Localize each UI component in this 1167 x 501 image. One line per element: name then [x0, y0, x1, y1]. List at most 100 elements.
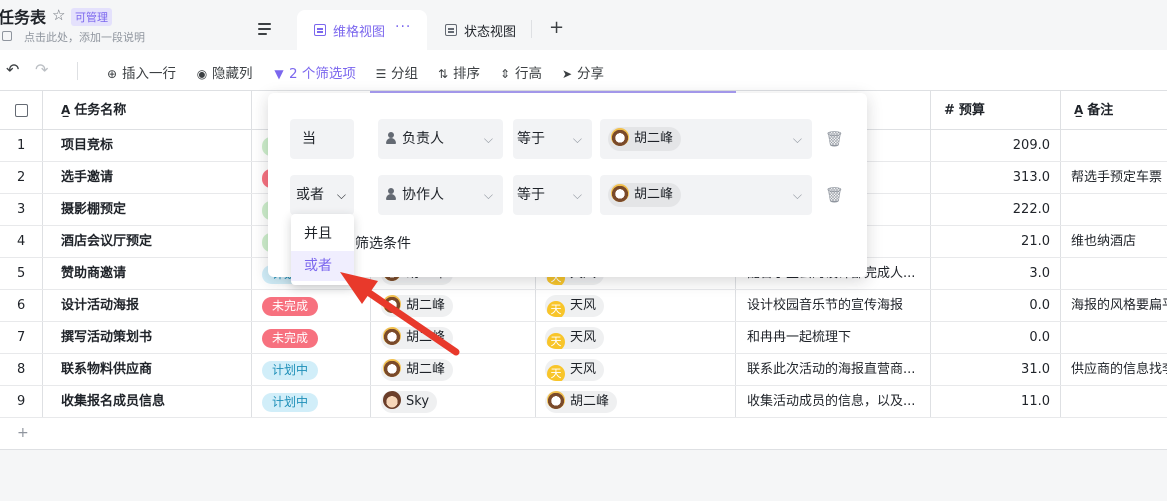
option-or[interactable]: 或者	[291, 251, 354, 281]
task-name-cell[interactable]: 项目竞标	[61, 130, 113, 162]
table-row[interactable]: 6 设计活动海报 未完成 胡二峰 天天风 设计校园音乐节的宣传海报 0.0 海报的风格要扁平	[0, 290, 1167, 322]
conjunction-dropdown: 并且 或者	[291, 214, 354, 285]
task-name-cell[interactable]: 摄影棚预定	[61, 194, 126, 226]
collaborator-chip[interactable]: 天天风	[545, 295, 605, 317]
table-row[interactable]: 8 联系物料供应商 计划中 胡二峰 天天风 联系此次活动的海报直营商... 31.0 供应商的…	[0, 354, 1167, 386]
task-name-cell[interactable]: 选手邀请	[61, 162, 113, 194]
description-text[interactable]: 点击此处，添加一段说明	[24, 29, 145, 45]
column-header-name[interactable]: A̲ 任务名称	[61, 91, 126, 130]
owner-chip[interactable]: 胡二峰	[381, 359, 454, 381]
person-icon	[386, 132, 396, 144]
avatar	[383, 359, 401, 377]
budget-cell[interactable]: 222.0	[930, 194, 1050, 226]
redo-icon[interactable]: ↷	[35, 60, 48, 79]
select-all-checkbox[interactable]	[15, 104, 28, 117]
person-name: 胡二峰	[406, 298, 446, 313]
column-header-note[interactable]: A̲ 备注	[1074, 91, 1113, 130]
task-name-cell[interactable]: 酒店会议厅预定	[61, 226, 152, 258]
tab-status-view[interactable]: 状态视图	[445, 21, 545, 41]
note-cell[interactable]: 帮选手预定车票	[1071, 162, 1167, 194]
star-icon[interactable]: ☆	[52, 6, 65, 24]
owner-chip[interactable]: 胡二峰	[381, 327, 454, 349]
description-cell[interactable]: 设计校园音乐节的宣传海报	[747, 290, 925, 322]
add-row-icon[interactable]: +	[17, 425, 29, 441]
collaborator-chip[interactable]: 胡二峰	[545, 391, 618, 413]
budget-cell[interactable]: 0.0	[930, 322, 1050, 354]
avatar	[383, 391, 401, 409]
task-name-cell[interactable]: 收集报名成员信息	[61, 386, 165, 418]
option-and[interactable]: 并且	[291, 219, 354, 249]
undo-icon[interactable]: ↶	[6, 60, 19, 79]
share-button[interactable]: ➤ 分享	[560, 62, 604, 82]
add-view-icon[interactable]: +	[549, 17, 564, 38]
operator-select[interactable]: 等于 ⌵	[513, 119, 592, 159]
conjunction-select[interactable]: 或者 ⌵	[290, 175, 354, 215]
note-cell[interactable]	[1071, 258, 1167, 290]
note-cell[interactable]: 海报的风格要扁平	[1071, 290, 1167, 322]
status-badge[interactable]: 未完成	[262, 329, 319, 348]
description-cell[interactable]: 联系此次活动的海报直营商...	[747, 354, 925, 386]
note-cell[interactable]	[1071, 322, 1167, 354]
value-select[interactable]: 胡二峰 ⌵	[600, 175, 812, 215]
owner-chip[interactable]: Sky	[381, 391, 438, 413]
note-cell[interactable]: 维也纳酒店	[1071, 226, 1167, 258]
table-row[interactable]: 7 撰写活动策划书 未完成 胡二峰 天天风 和冉冉一起梳理下 0.0	[0, 322, 1167, 354]
status-badge[interactable]: 计划中	[262, 393, 319, 412]
group-button[interactable]: ☰ 分组	[374, 62, 418, 82]
operator-select-value: 等于	[517, 131, 545, 147]
trash-icon[interactable]: 🗑	[825, 186, 844, 204]
collaborator-chip[interactable]: 天天风	[545, 359, 605, 381]
filter-button[interactable]: ▼ 2 个筛选项	[272, 62, 356, 82]
task-name-cell[interactable]: 设计活动海报	[61, 290, 139, 322]
conjunction-text: 或者	[296, 187, 324, 203]
more-icon[interactable]: ···	[395, 19, 411, 35]
chevron-down-icon: ⌵	[792, 132, 802, 146]
tab-grid-view[interactable]: 维格视图 ···	[297, 10, 427, 50]
sort-button[interactable]: ⇅ 排序	[436, 62, 480, 82]
budget-cell[interactable]: 21.0	[930, 226, 1050, 258]
status-badge[interactable]: 未完成	[262, 297, 319, 316]
column-header-budget[interactable]: # 预算	[944, 91, 985, 130]
chevron-down-icon: ⌵	[336, 188, 346, 202]
field-select[interactable]: 协作人 ⌵	[378, 175, 503, 215]
task-name-cell[interactable]: 赞助商邀请	[61, 258, 126, 290]
status-badge[interactable]: 计划中	[262, 361, 319, 380]
row-number: 4	[17, 234, 26, 249]
person-name: 胡二峰	[634, 187, 674, 202]
budget-cell[interactable]: 31.0	[930, 354, 1050, 386]
budget-cell[interactable]: 0.0	[930, 290, 1050, 322]
description-cell[interactable]: 和冉冉一起梳理下	[747, 322, 925, 354]
menu-icon[interactable]	[258, 23, 271, 35]
task-name-cell[interactable]: 联系物料供应商	[61, 354, 152, 386]
avatar	[383, 327, 401, 345]
note-cell[interactable]: 供应商的信息找李	[1071, 354, 1167, 386]
row-height-button[interactable]: ⇕ 行高	[498, 62, 542, 82]
note-cell[interactable]	[1071, 194, 1167, 226]
value-select[interactable]: 胡二峰 ⌵	[600, 119, 812, 159]
insert-row-button[interactable]: ⊕ 插入一行	[105, 62, 176, 82]
operator-select[interactable]: 等于 ⌵	[513, 175, 592, 215]
top-bar: 任务表 ☆ 可管理 点击此处，添加一段说明 维格视图 ··· 状态视图 +	[0, 0, 1167, 50]
note-cell[interactable]	[1071, 386, 1167, 418]
description-cell[interactable]: 收集活动成员的信息，以及...	[747, 386, 925, 418]
table-row[interactable]: 9 收集报名成员信息 计划中 Sky 胡二峰 收集活动成员的信息，以及... 11.0	[0, 386, 1167, 418]
page-title[interactable]: 任务表	[0, 4, 46, 28]
person-chip: 胡二峰	[608, 127, 682, 151]
group-label: 分组	[391, 66, 418, 82]
trash-icon[interactable]: 🗑	[825, 130, 844, 148]
budget-cell[interactable]: 313.0	[930, 162, 1050, 194]
note-cell[interactable]	[1071, 130, 1167, 162]
budget-cell[interactable]: 11.0	[930, 386, 1050, 418]
task-name-cell[interactable]: 撰写活动策划书	[61, 322, 152, 354]
grid-view-icon	[445, 24, 457, 36]
avatar: 天	[547, 333, 565, 349]
hide-columns-button[interactable]: ◉ 隐藏列	[195, 62, 253, 82]
budget-cell[interactable]: 209.0	[930, 130, 1050, 162]
conjunction-text: 当	[302, 131, 316, 147]
budget-cell[interactable]: 3.0	[930, 258, 1050, 290]
add-filter-condition-button[interactable]: 筛选条件	[355, 233, 411, 253]
owner-chip[interactable]: 胡二峰	[381, 295, 454, 317]
insert-row-label: 插入一行	[122, 66, 176, 82]
collaborator-chip[interactable]: 天天风	[545, 327, 605, 349]
field-select[interactable]: 负责人 ⌵	[378, 119, 503, 159]
